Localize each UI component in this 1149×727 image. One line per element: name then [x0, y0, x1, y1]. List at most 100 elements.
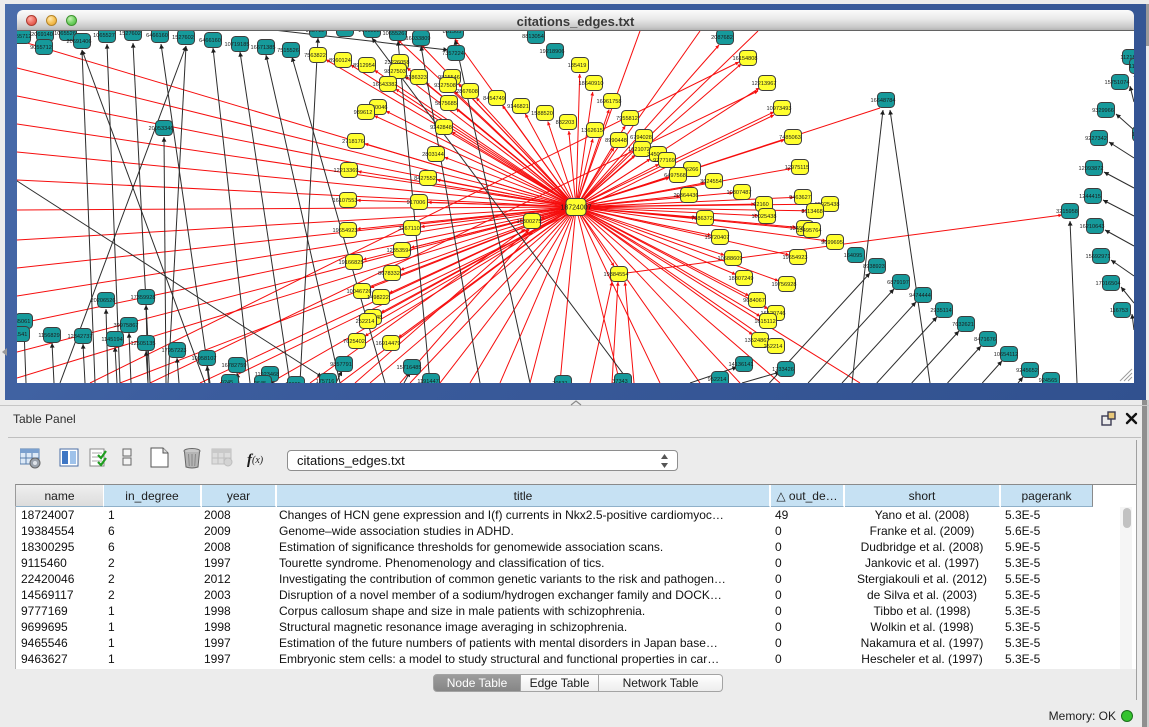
- svg-text:17016504: 17016504: [1096, 281, 1121, 287]
- svg-text:832203: 832203: [556, 120, 575, 126]
- svg-text:19654923: 19654923: [783, 255, 808, 261]
- svg-text:1065527: 1065527: [93, 33, 115, 39]
- svg-text:2069140: 2069140: [31, 32, 53, 38]
- svg-text:9227342: 9227342: [1085, 136, 1107, 142]
- svg-text:10719185: 10719185: [225, 42, 250, 48]
- svg-text:16782759: 16782759: [222, 363, 247, 369]
- svg-text:12505135: 12505135: [131, 341, 156, 347]
- svg-text:116753: 116753: [1110, 308, 1128, 314]
- svg-text:9777169: 9777169: [653, 158, 675, 164]
- svg-text:17957223: 17957223: [162, 348, 187, 354]
- svg-text:39975867: 39975867: [114, 323, 139, 329]
- svg-text:2087682: 2087682: [711, 35, 733, 41]
- svg-text:10688609: 10688609: [718, 256, 743, 262]
- svg-text:15716485: 15716485: [397, 365, 422, 371]
- svg-text:16543382: 16543382: [373, 82, 398, 88]
- svg-text:12905: 12905: [285, 382, 301, 383]
- svg-text:16648784: 16648784: [871, 98, 896, 104]
- svg-text:20053346: 20053346: [149, 126, 174, 132]
- svg-text:16033809: 16033809: [406, 36, 431, 42]
- svg-text:16914479: 16914479: [376, 341, 401, 347]
- svg-text:8960124: 8960124: [329, 58, 351, 64]
- svg-text:6497568: 6497568: [664, 173, 686, 179]
- svg-text:1065538: 1065538: [358, 31, 380, 34]
- svg-text:18724007: 18724007: [560, 205, 591, 212]
- svg-text:9474444: 9474444: [909, 293, 931, 299]
- svg-text:3624554: 3624554: [700, 179, 722, 185]
- svg-text:185419: 185419: [568, 63, 587, 69]
- svg-text:252214: 252214: [764, 344, 783, 350]
- svg-text:2645: 2645: [254, 381, 266, 383]
- svg-text:8990448: 8990448: [605, 138, 627, 144]
- svg-text:12093872: 12093872: [1079, 166, 1104, 172]
- svg-text:7515526: 7515526: [277, 48, 299, 54]
- svg-text:175716: 175716: [316, 379, 335, 383]
- svg-text:17359928: 17359928: [131, 295, 156, 301]
- svg-text:9857791: 9857791: [330, 362, 352, 368]
- svg-text:9684067: 9684067: [743, 298, 765, 304]
- svg-text:7625402: 7625402: [343, 339, 365, 345]
- svg-text:10973493: 10973493: [767, 106, 792, 112]
- svg-text:164095: 164095: [844, 253, 863, 259]
- svg-text:9146821: 9146821: [507, 104, 529, 110]
- svg-text:10654112: 10654112: [994, 352, 1018, 358]
- svg-text:10958107: 10958107: [192, 356, 217, 362]
- svg-text:15751074: 15751074: [1105, 80, 1130, 86]
- svg-text:16961758: 16961758: [597, 99, 622, 105]
- svg-text:19654923: 19654923: [333, 228, 358, 234]
- svg-text:989612: 989612: [354, 110, 373, 116]
- svg-text:20364436: 20364436: [674, 193, 699, 199]
- svg-text:7485063: 7485063: [779, 135, 801, 141]
- svg-text:8678332: 8678332: [378, 271, 400, 277]
- svg-text:8427552: 8427552: [414, 176, 436, 182]
- svg-text:1244415: 1244415: [1079, 194, 1101, 200]
- svg-text:917006: 917006: [407, 200, 426, 206]
- svg-text:8471676: 8471676: [974, 337, 996, 343]
- svg-text:1156829: 1156829: [38, 333, 59, 339]
- svg-text:1191447: 1191447: [417, 379, 438, 383]
- svg-text:12353594: 12353594: [387, 248, 412, 254]
- svg-text:18807249: 18807249: [729, 276, 754, 282]
- svg-text:7563822: 7563822: [304, 53, 326, 59]
- svg-text:3267110: 3267110: [398, 226, 419, 232]
- svg-text:8813054: 8813054: [522, 34, 544, 40]
- svg-text:20691406: 20691406: [67, 39, 92, 45]
- svg-text:12342737: 12342737: [68, 334, 93, 340]
- svg-text:7986372: 7986372: [691, 216, 713, 222]
- svg-text:16154808: 16154808: [733, 56, 758, 62]
- svg-text:6466160: 6466160: [146, 33, 168, 39]
- svg-text:8186323: 8186323: [405, 75, 427, 81]
- svg-text:2867608: 2867608: [456, 89, 478, 95]
- svg-text:9827503: 9827503: [384, 69, 406, 75]
- svg-text:19166825: 19166825: [339, 260, 364, 266]
- svg-text:1325: 1325: [1132, 132, 1134, 138]
- svg-text:19218906: 19218906: [540, 49, 565, 55]
- svg-text:2718176: 2718176: [342, 139, 364, 145]
- svg-text:20206526: 20206526: [91, 298, 116, 304]
- svg-text:8938923: 8938923: [863, 264, 885, 270]
- svg-text:5875685: 5875685: [435, 101, 457, 107]
- svg-text:8913054: 8913054: [331, 31, 353, 33]
- svg-text:1065526: 1065526: [54, 31, 76, 37]
- svg-text:924565: 924565: [1039, 378, 1058, 383]
- svg-text:252214: 252214: [356, 319, 375, 325]
- svg-text:9245: 9245: [221, 380, 233, 383]
- svg-text:9245652: 9245652: [1016, 368, 1038, 374]
- svg-text:391541: 391541: [17, 332, 27, 338]
- svg-text:15720407: 15720407: [705, 235, 730, 241]
- svg-text:2935114: 2935114: [930, 308, 951, 314]
- svg-text:15692971: 15692971: [1086, 254, 1111, 260]
- svg-text:6879197: 6879197: [887, 280, 909, 286]
- svg-text:16671385: 16671385: [251, 45, 276, 51]
- svg-text:6466160: 6466160: [199, 38, 221, 44]
- svg-text:958712: 958712: [306, 31, 325, 34]
- svg-text:15300275: 15300275: [517, 219, 542, 225]
- svg-text:6794028: 6794028: [630, 135, 652, 141]
- svg-text:2803144: 2803144: [422, 152, 444, 158]
- svg-text:1588520: 1588520: [531, 111, 553, 117]
- svg-text:7632621: 7632621: [952, 322, 974, 328]
- svg-text:19756928: 19756928: [772, 282, 797, 288]
- svg-text:1527602: 1527602: [172, 35, 194, 41]
- svg-text:9242848: 9242848: [430, 125, 452, 131]
- svg-text:9699695: 9699695: [821, 240, 843, 246]
